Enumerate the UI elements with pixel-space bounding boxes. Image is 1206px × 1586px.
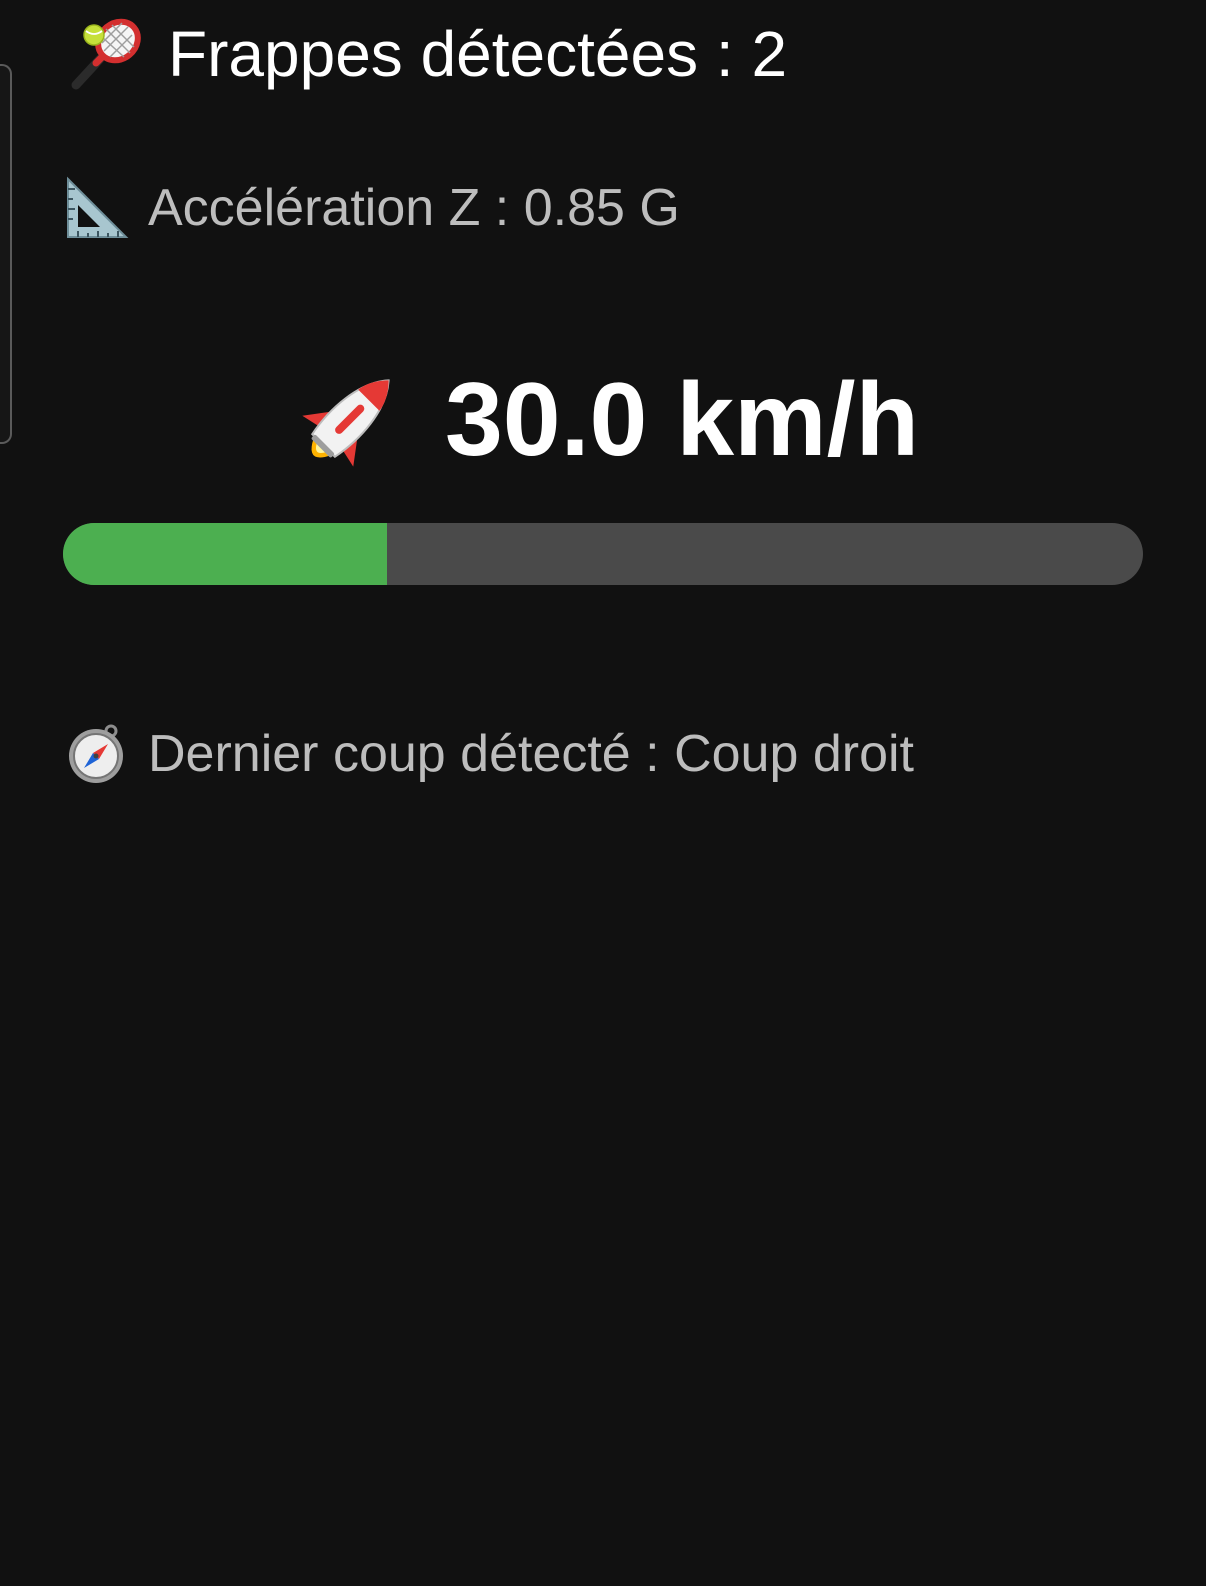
triangular-ruler-icon — [64, 175, 130, 241]
last-stroke-row: Dernier coup détecté : Coup droit — [64, 716, 914, 792]
speed-progress-bar — [63, 523, 1143, 585]
speed-readout: 30.0 km/h — [0, 360, 1206, 480]
acceleration-row: Accélération Z : 0.85 G — [64, 172, 680, 244]
last-stroke-label: Dernier coup détecté : Coup droit — [148, 725, 914, 783]
speed-progress-fill — [63, 523, 387, 585]
compass-icon — [64, 722, 128, 786]
hits-count-row: Frappes détectées : 2 — [66, 14, 787, 94]
speed-value: 30.0 km/h — [444, 361, 920, 478]
rocket-icon — [287, 360, 411, 480]
tennis-racket-icon — [66, 15, 144, 93]
hits-count-label: Frappes détectées : 2 — [168, 18, 788, 90]
acceleration-label: Accélération Z : 0.85 G — [148, 179, 680, 237]
